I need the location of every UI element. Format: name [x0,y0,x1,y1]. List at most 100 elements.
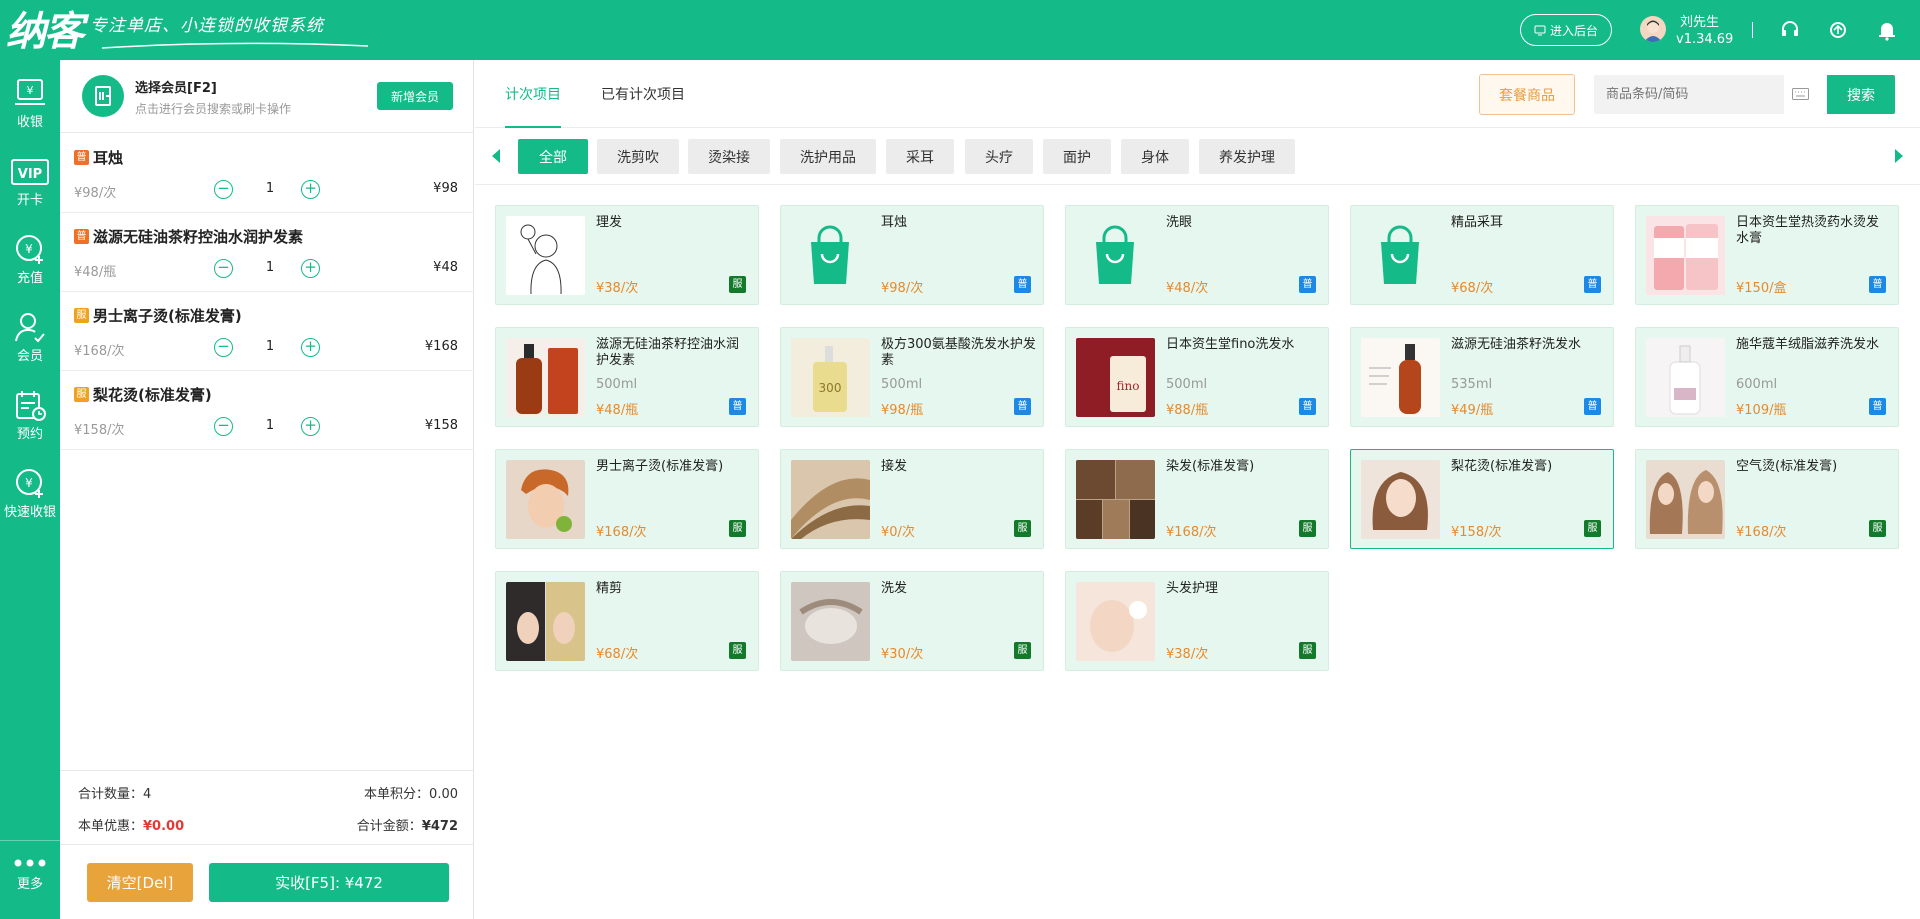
category-wash-cut-blow[interactable]: 洗剪吹 [597,139,679,174]
active-tab-indicator [505,126,561,128]
product-card[interactable]: 滋源无硅油茶籽控油水润护发素 500ml ¥48/瓶 普 [495,327,759,427]
increase-button[interactable]: + [301,417,320,436]
product-card[interactable]: 接发 ¥0/次 服 [780,449,1044,549]
product-price: ¥150/盒 [1736,281,1787,296]
monitor-icon [1534,25,1546,35]
category-facial-care[interactable]: 面护 [1043,139,1111,174]
product-card[interactable]: 头发护理 ¥38/次 服 [1065,571,1329,671]
increase-button[interactable]: + [301,338,320,357]
cart-item-unit-price: ¥48/瓶 [74,265,117,280]
scroll-left-icon[interactable] [492,149,500,163]
headset-support-icon[interactable] [1779,19,1801,41]
user-name[interactable]: 刘先生 [1680,11,1719,30]
decrease-button[interactable]: − [214,338,233,357]
regular-badge: 普 [1299,398,1316,415]
product-card[interactable]: 精品采耳 ¥68/次 普 [1350,205,1614,305]
enter-backend-button[interactable]: 进入后台 [1520,14,1612,46]
product-name: 施华蔻羊绒脂滋养洗发水 [1736,337,1880,352]
product-spec: 500ml [1166,377,1208,392]
decrease-button[interactable]: − [214,259,233,278]
product-price: ¥68/次 [1451,281,1494,296]
product-card[interactable]: 男士离子烫(标准发膏) ¥168/次 服 [495,449,759,549]
product-card[interactable]: 空气烫(标准发膏) ¥168/次 服 [1635,449,1899,549]
product-card[interactable]: 洗发 ¥30/次 服 [780,571,1044,671]
product-name: 染发(标准发膏) [1166,459,1255,474]
sidebar-item-more[interactable]: 更多 [0,840,60,919]
product-spec: 500ml [881,377,923,392]
main-toolbar: 计次项目 已有计次项目 套餐商品 搜索 [475,60,1920,128]
increase-button[interactable]: + [301,259,320,278]
type-badge: 服 [74,387,89,402]
service-badge: 服 [1299,520,1316,537]
quantity-value[interactable]: 1 [260,260,280,275]
new-member-button[interactable]: 新增会员 [377,82,453,110]
product-card[interactable]: 染发(标准发膏) ¥168/次 服 [1065,449,1329,549]
sidebar-item-member[interactable]: 会员 [0,306,60,376]
decrease-button[interactable]: − [214,417,233,436]
decrease-button[interactable]: − [214,180,233,199]
product-card[interactable]: 理发 ¥38/次 服 [495,205,759,305]
product-photo [1361,460,1440,539]
product-card[interactable]: 300 极方300氨基酸洗发水护发素 500ml ¥98/瓶 普 [780,327,1044,427]
tab-count-items[interactable]: 计次项目 [505,84,561,104]
scroll-right-icon[interactable] [1895,149,1903,163]
cart-item[interactable]: 服 梨花烫(标准发膏) ¥158/次 − 1 + ¥158 [60,371,474,450]
product-card[interactable]: 洗眼 ¥48/次 普 [1065,205,1329,305]
bell-icon[interactable] [1876,19,1898,41]
sidebar-item-recharge[interactable]: ¥ 充值 [0,228,60,298]
product-card-selected[interactable]: 梨花烫(标准发膏) ¥158/次 服 [1350,449,1614,549]
product-card[interactable]: 滋源无硅油茶籽洗发水 535ml ¥49/瓶 普 [1350,327,1614,427]
category-head-therapy[interactable]: 头疗 [965,139,1033,174]
product-photo [506,460,585,539]
category-perm-dye-extension[interactable]: 烫染接 [688,139,770,174]
sidebar-item-quick-cashier[interactable]: ¥ 快速收银 [0,462,60,532]
category-body[interactable]: 身体 [1121,139,1189,174]
product-name: 空气烫(标准发膏) [1736,459,1838,474]
cart-item-name: 耳烛 [93,149,124,167]
sidebar-item-label: 预约 [16,427,43,442]
cart-item[interactable]: 服 男士离子烫(标准发膏) ¥168/次 − 1 + ¥168 [60,292,474,371]
product-card[interactable]: 日本资生堂热烫药水烫发水膏 ¥150/盒 普 [1635,205,1899,305]
package-goods-button[interactable]: 套餐商品 [1479,74,1575,115]
increase-button[interactable]: + [301,180,320,199]
quantity-value[interactable]: 1 [260,181,280,196]
avatar-icon [1644,20,1662,42]
avatar[interactable] [1640,16,1666,42]
cart-item-name: 滋源无硅油茶籽控油水润护发素 [93,228,304,246]
quantity-value[interactable]: 1 [260,339,280,354]
category-hair-care-products[interactable]: 洗护用品 [780,139,876,174]
search-button[interactable]: 搜索 [1827,75,1895,114]
order-amount: 合计金额：¥472 [356,819,458,834]
sidebar-item-appointment[interactable]: 预约 [0,384,60,454]
sidebar-item-label: 收银 [16,115,43,130]
product-card[interactable]: 施华蔻羊绒脂滋养洗发水 600ml ¥109/瓶 普 [1635,327,1899,427]
pay-button[interactable]: 实收[F5]: ¥472 [209,863,449,902]
category-hair-nourishing[interactable]: 养发护理 [1199,139,1295,174]
sync-icon[interactable] [1827,19,1849,41]
sidebar-item-cashier[interactable]: ¥ 收银 [0,72,60,142]
top-bar: 纳客 专注单店、小连锁的收银系统 进入后台 刘先生 v1.34.69 [0,0,1920,60]
category-all[interactable]: 全部 [518,139,588,174]
service-badge: 服 [1584,520,1601,537]
search-input[interactable] [1594,75,1784,114]
sidebar-item-open-card[interactable]: VIP 开卡 [0,150,60,220]
product-photo [1076,582,1155,661]
keyboard-icon[interactable] [1792,88,1809,100]
cart-item[interactable]: 普 滋源无硅油茶籽控油水润护发素 ¥48/瓶 − 1 + ¥48 [60,213,474,292]
product-card[interactable]: 耳烛 ¥98/次 普 [780,205,1044,305]
service-badge: 服 [1299,642,1316,659]
tab-existing-count-items[interactable]: 已有计次项目 [601,84,685,104]
member-select[interactable]: 选择会员[F2] 点击进行会员搜索或刷卡操作 新增会员 [60,60,474,133]
quantity-value[interactable]: 1 [260,418,280,433]
product-spec: 500ml [596,377,638,392]
category-ear-cleaning[interactable]: 采耳 [886,139,954,174]
service-badge: 服 [1869,520,1886,537]
svg-text:¥: ¥ [25,476,33,490]
cart-item[interactable]: 普 耳烛 ¥98/次 − 1 + ¥98 [60,134,474,213]
logo-text: 纳客 [6,8,84,55]
clear-button[interactable]: 清空[Del] [87,863,193,902]
svg-text:VIP: VIP [18,167,42,182]
product-card[interactable]: 精剪 ¥68/次 服 [495,571,759,671]
product-price: ¥168/次 [1736,525,1787,540]
product-card[interactable]: fino 日本资生堂fino洗发水 500ml ¥88/瓶 普 [1065,327,1329,427]
